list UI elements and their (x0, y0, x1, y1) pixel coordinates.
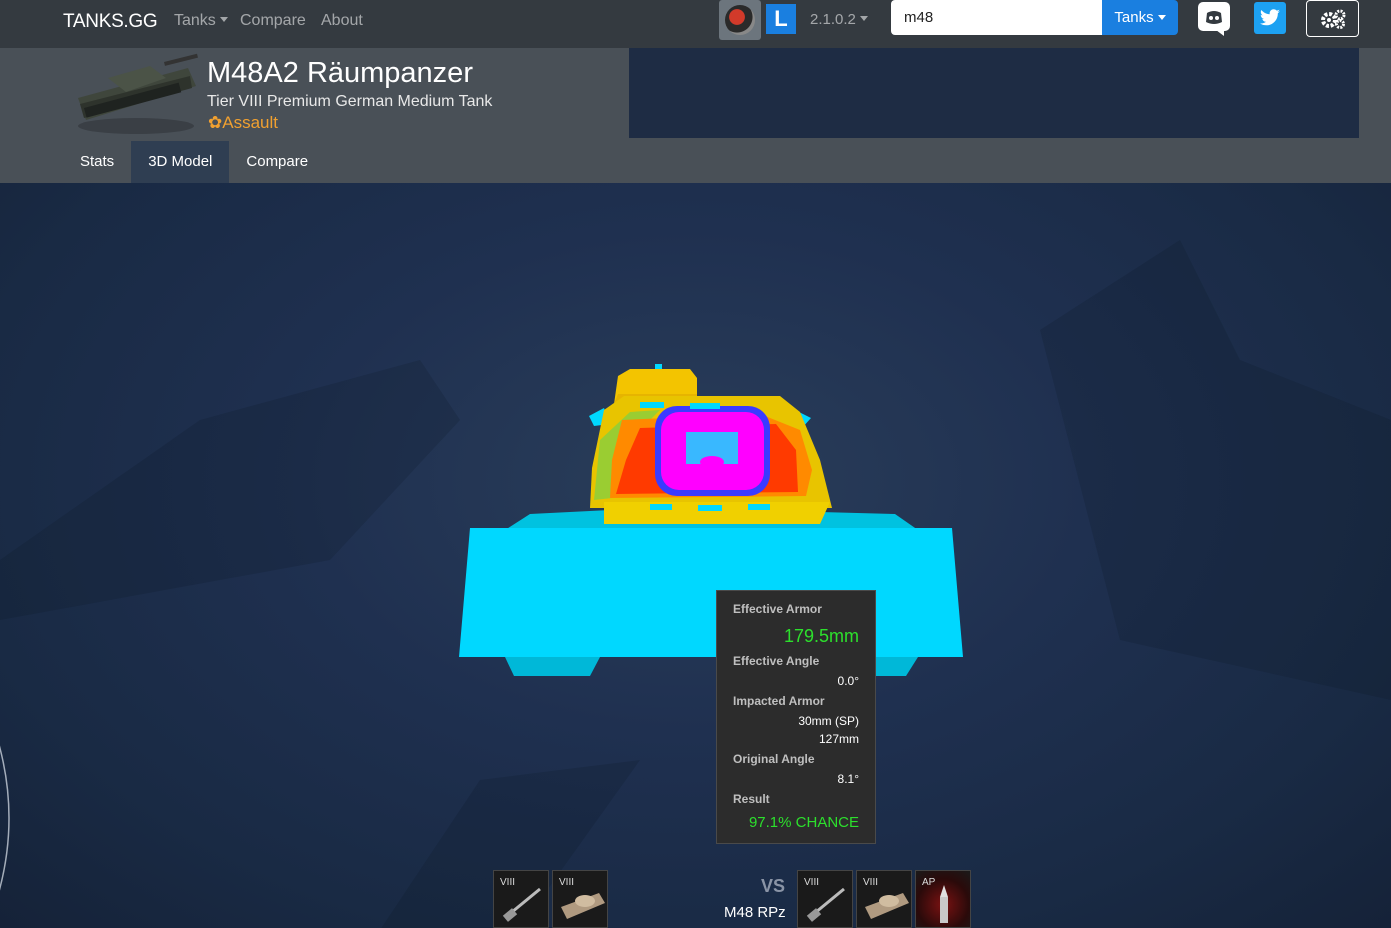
tier-label: VIII (804, 877, 820, 888)
tier-label: VIII (863, 877, 879, 888)
tank-subtitle: Tier VIII Premium German Medium Tank (207, 93, 493, 110)
impacted-armor-value-2: 127mm (818, 732, 859, 746)
effective-angle-label: Effective Angle (733, 654, 820, 668)
brand-logo[interactable]: TANKS.GG (63, 11, 158, 33)
left-gun-slot[interactable]: VIII (493, 870, 549, 928)
orbit-control-arc[interactable] (0, 728, 14, 908)
impacted-armor-label: Impacted Armor (733, 694, 825, 708)
original-angle-label: Original Angle (733, 752, 815, 766)
effective-armor-value: 179.5mm (783, 626, 859, 646)
caret-down-icon (859, 16, 868, 21)
tank-thumbnail-image (70, 48, 198, 136)
tab-stats[interactable]: Stats (63, 141, 131, 183)
version-dropdown[interactable]: 2.1.0.2 (810, 11, 868, 28)
tank-armor-model[interactable] (0, 183, 1391, 928)
tanks-search-button[interactable]: Tanks (1102, 0, 1178, 35)
effective-angle-value: 0.0° (837, 674, 859, 688)
armor-tooltip: Effective Armor 179.5mm Effective Angle … (716, 590, 876, 844)
wot-logo-icon[interactable] (719, 0, 761, 40)
right-shell-slot[interactable]: AP (915, 870, 971, 928)
result-value: 97.1% CHANCE (748, 814, 859, 831)
caret-down-icon (219, 17, 228, 22)
right-gun-slot[interactable]: VIII (797, 870, 853, 928)
tanks-button-label: Tanks (1114, 9, 1154, 26)
tank-header: M48A2 Räumpanzer Tier VIII Premium Germa… (0, 48, 1391, 183)
l-badge-icon[interactable]: L (766, 4, 796, 34)
tab-bar: Stats 3D Model Compare (63, 141, 325, 183)
shell-type-label: AP (922, 877, 936, 888)
original-angle-value: 8.1° (837, 772, 859, 786)
left-tank-slot[interactable]: VIII (552, 870, 608, 928)
vs-tank-name[interactable]: M48 RPz (724, 904, 786, 921)
tank-role: ✿Assault (208, 113, 278, 133)
impacted-armor-value-1: 30mm (SP) (798, 714, 859, 728)
tier-label: VIII (500, 877, 516, 888)
vs-label: VS (761, 876, 786, 896)
nav-compare[interactable]: Compare (240, 12, 306, 30)
settings-button[interactable] (1306, 0, 1359, 37)
nav-tanks-label: Tanks (174, 12, 216, 29)
caret-down-icon (1157, 15, 1166, 20)
discord-icon[interactable] (1198, 2, 1230, 36)
gears-icon (1320, 9, 1345, 29)
result-label: Result (733, 792, 770, 806)
effective-armor-label: Effective Armor (733, 602, 822, 616)
right-tank-slot[interactable]: VIII (856, 870, 912, 928)
version-label: 2.1.0.2 (810, 11, 856, 28)
role-label: Assault (222, 113, 278, 132)
armor-viewer[interactable] (0, 183, 1391, 928)
ad-banner (629, 48, 1359, 138)
search-input[interactable] (891, 0, 1102, 35)
tank-name: M48A2 Räumpanzer (207, 57, 473, 89)
nav-tanks-dropdown[interactable]: Tanks (174, 12, 228, 30)
tab-compare[interactable]: Compare (229, 141, 325, 183)
role-icon: ✿ (208, 113, 223, 132)
tier-label: VIII (559, 877, 575, 888)
tab-3d-model[interactable]: 3D Model (131, 141, 230, 183)
twitter-icon[interactable] (1254, 2, 1286, 34)
nav-about[interactable]: About (321, 12, 363, 30)
navbar: TANKS.GG Tanks Compare About L 2.1.0.2 T… (0, 0, 1391, 48)
